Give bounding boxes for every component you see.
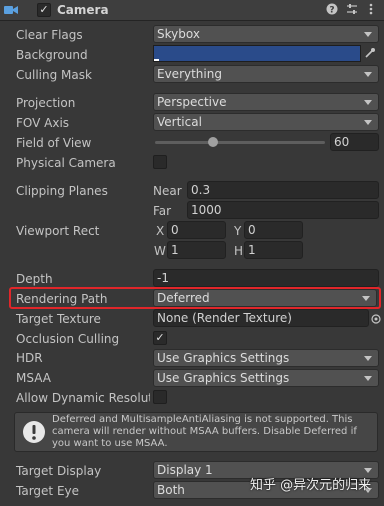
viewport-w-label: W xyxy=(154,244,166,258)
viewport-h-label: H xyxy=(234,244,244,258)
target-texture-field[interactable]: None (Render Texture) xyxy=(153,309,369,327)
help-message: Deferred and MultisampleAntiAliasing is … xyxy=(52,414,357,449)
projection-value: Perspective xyxy=(157,95,227,109)
eyedropper-icon[interactable] xyxy=(364,47,376,62)
component-header: ✓ Camera ? xyxy=(0,0,384,21)
help-icon[interactable]: ? xyxy=(326,3,338,18)
occlusion-culling-label: Occlusion Culling xyxy=(16,332,120,346)
svg-text:?: ? xyxy=(329,6,334,16)
info-icon xyxy=(22,420,46,447)
near-input[interactable]: 0.3 xyxy=(187,181,379,199)
field-of-view-input[interactable]: 60 xyxy=(330,133,379,151)
projection-dropdown[interactable]: Perspective xyxy=(153,93,379,111)
depth-input[interactable]: -1 xyxy=(153,269,379,287)
clear-flags-dropdown[interactable]: Skybox xyxy=(153,25,379,43)
target-display-value: Display 1 xyxy=(157,463,213,477)
viewport-y-label: Y xyxy=(234,224,242,238)
chevron-down-icon xyxy=(364,120,372,125)
viewport-w-input[interactable]: 1 xyxy=(167,241,226,259)
allow-dynamic-resolution-label: Allow Dynamic Resoluti xyxy=(16,391,150,405)
chevron-down-icon xyxy=(364,32,372,37)
projection-label: Projection xyxy=(16,96,76,110)
chevron-down-icon xyxy=(364,468,372,473)
occlusion-culling-checkbox[interactable]: ✓ xyxy=(153,331,167,345)
fov-axis-value: Vertical xyxy=(157,115,202,129)
clear-flags-label: Clear Flags xyxy=(16,28,83,42)
culling-mask-dropdown[interactable]: Everything xyxy=(153,65,379,83)
component-enabled-checkbox[interactable]: ✓ xyxy=(37,3,51,17)
target-display-label: Target Display xyxy=(16,464,102,478)
background-color-swatch[interactable] xyxy=(153,45,361,62)
more-options-icon[interactable] xyxy=(369,3,373,18)
fov-slider-track[interactable] xyxy=(155,141,325,144)
target-texture-label: Target Texture xyxy=(16,312,101,326)
highlight-box xyxy=(9,287,381,309)
component-title: Camera xyxy=(57,3,109,17)
chevron-down-icon xyxy=(364,72,372,77)
msaa-value: Use Graphics Settings xyxy=(157,371,290,385)
culling-mask-label: Culling Mask xyxy=(16,68,92,82)
fov-slider-thumb[interactable] xyxy=(207,137,218,147)
allow-dynamic-resolution-checkbox[interactable] xyxy=(153,390,167,404)
viewport-y-input[interactable]: 0 xyxy=(244,221,303,239)
depth-label: Depth xyxy=(16,272,53,286)
target-eye-label: Target Eye xyxy=(16,484,80,498)
viewport-rect-label: Viewport Rect xyxy=(16,224,100,238)
warning-help-box: Deferred and MultisampleAntiAliasing is … xyxy=(14,412,378,452)
clear-flags-value: Skybox xyxy=(157,27,200,41)
hdr-dropdown[interactable]: Use Graphics Settings xyxy=(153,349,379,367)
hdr-label: HDR xyxy=(16,351,43,365)
far-label: Far xyxy=(153,204,172,218)
chevron-down-icon xyxy=(364,356,372,361)
field-of-view-label: Field of View xyxy=(16,136,92,150)
clipping-planes-label: Clipping Planes xyxy=(16,184,108,198)
msaa-dropdown[interactable]: Use Graphics Settings xyxy=(153,369,379,387)
object-picker-icon[interactable] xyxy=(371,313,381,327)
viewport-h-input[interactable]: 1 xyxy=(244,241,303,259)
culling-mask-value: Everything xyxy=(157,67,222,81)
viewport-x-input[interactable]: 0 xyxy=(167,221,226,239)
alpha-bar xyxy=(154,59,159,61)
camera-icon xyxy=(4,4,18,19)
physical-camera-label: Physical Camera xyxy=(16,156,116,170)
hdr-value: Use Graphics Settings xyxy=(157,351,290,365)
background-label: Background xyxy=(16,48,88,62)
msaa-label: MSAA xyxy=(16,371,51,385)
chevron-down-icon xyxy=(364,100,372,105)
target-eye-value: Both xyxy=(157,483,185,497)
fov-axis-label: FOV Axis xyxy=(16,116,70,130)
chevron-down-icon xyxy=(364,376,372,381)
near-label: Near xyxy=(153,184,182,198)
viewport-x-label: X xyxy=(156,224,165,238)
fov-axis-dropdown[interactable]: Vertical xyxy=(153,113,379,131)
physical-camera-checkbox[interactable] xyxy=(153,155,167,169)
watermark: 知乎 @异次元的归来 xyxy=(250,478,372,493)
far-input[interactable]: 1000 xyxy=(187,201,379,219)
presets-icon[interactable] xyxy=(346,3,358,18)
